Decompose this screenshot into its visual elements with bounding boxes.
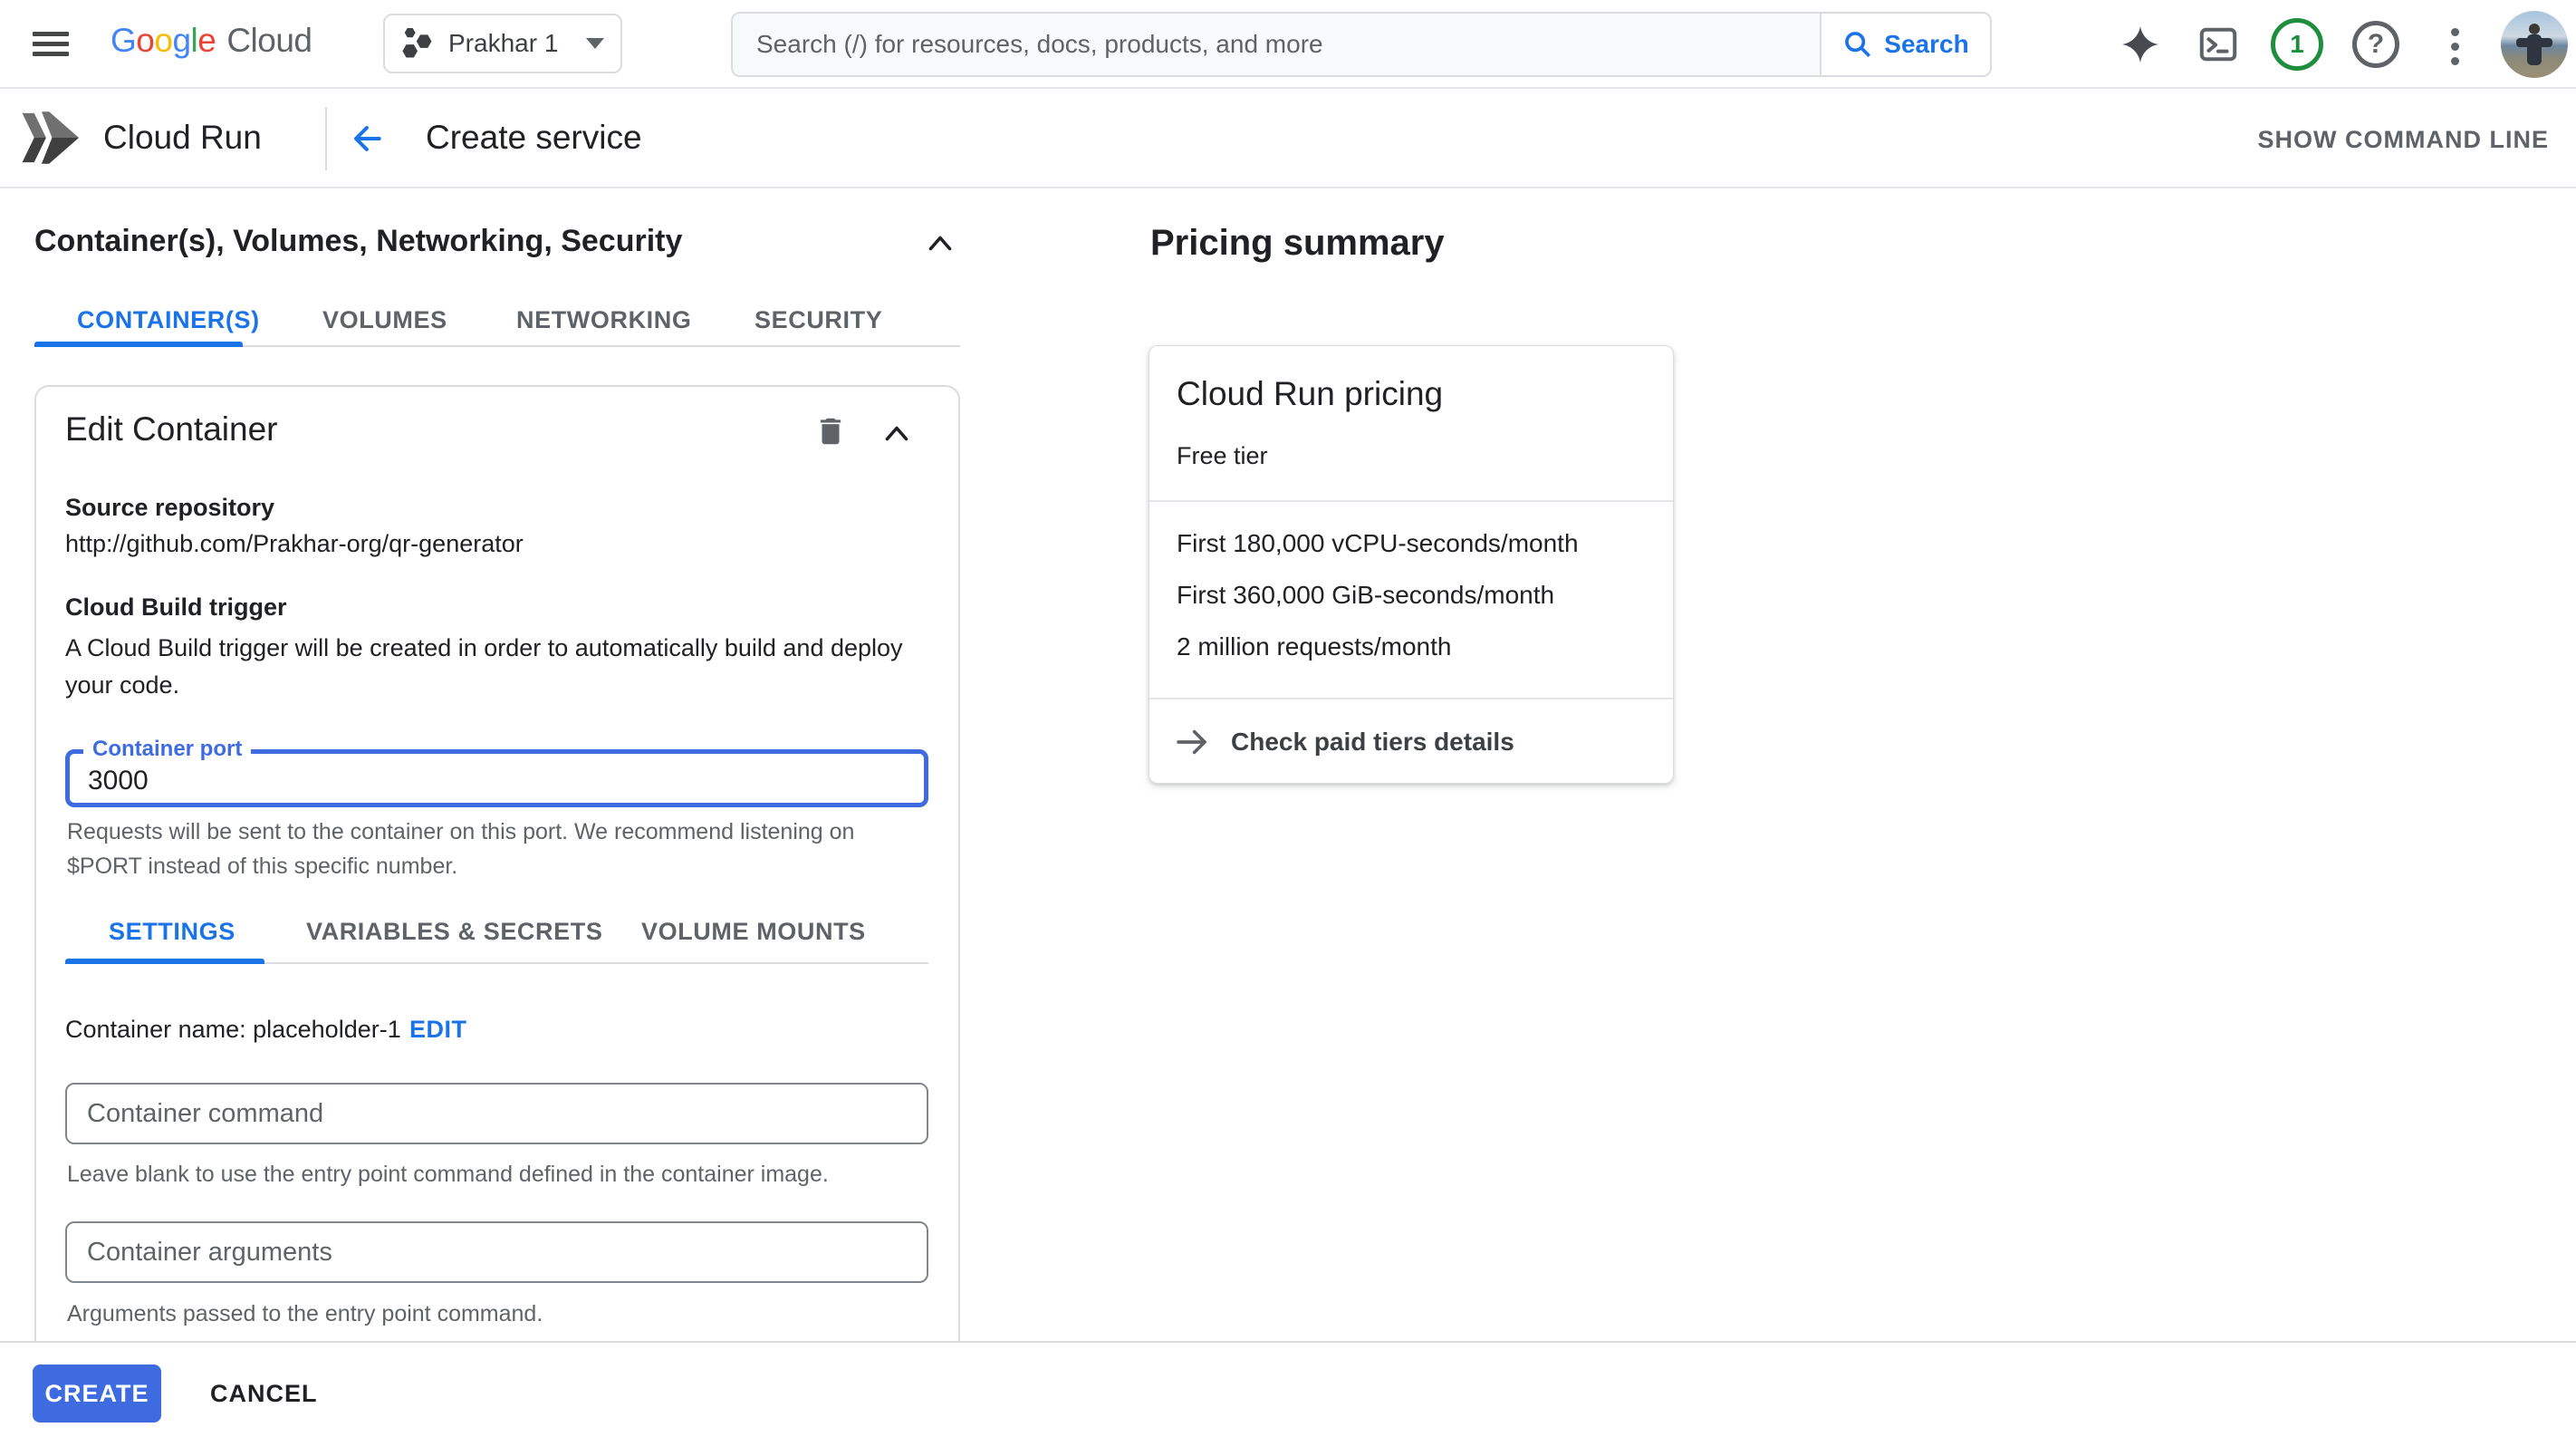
pricing-item: First 180,000 vCPU-seconds/month	[1177, 529, 1579, 558]
logo-letter: o	[154, 22, 172, 59]
search-input[interactable]	[733, 14, 1820, 75]
container-command-helper: Leave blank to use the entry point comma…	[67, 1157, 909, 1191]
pricing-card-title: Cloud Run pricing	[1177, 375, 1443, 413]
logo-letter: g	[172, 22, 190, 59]
page-header-bar	[0, 89, 2576, 188]
cloud-run-icon	[16, 104, 83, 171]
arrow-right-icon	[1173, 723, 1211, 761]
container-port-label: Container port	[83, 737, 251, 762]
pricing-item: 2 million requests/month	[1177, 632, 1451, 661]
check-paid-tiers-label: Check paid tiers details	[1231, 728, 1514, 757]
collapse-card-icon[interactable]	[880, 420, 913, 445]
active-tab-indicator	[34, 342, 243, 347]
container-port-helper: Requests will be sent to the container o…	[67, 815, 882, 883]
project-name: Prakhar 1	[448, 29, 572, 58]
cloud-build-trigger-label: Cloud Build trigger	[65, 593, 286, 622]
more-options-icon[interactable]	[2451, 22, 2459, 72]
logo-letter: e	[197, 22, 216, 59]
tab-security[interactable]: SECURITY	[755, 306, 882, 334]
logo-letter: G	[111, 22, 136, 59]
project-hexagons-icon	[401, 26, 434, 61]
tab-volume-mounts[interactable]: VOLUME MOUNTS	[641, 918, 866, 946]
logo-letter: o	[136, 22, 154, 59]
container-arguments-helper: Arguments passed to the entry point comm…	[67, 1297, 909, 1331]
cancel-button[interactable]: CANCEL	[201, 1365, 327, 1423]
pricing-free-tier: Free tier	[1177, 442, 1268, 470]
chevron-down-icon	[586, 38, 604, 49]
tab-volumes[interactable]: VOLUMES	[322, 306, 447, 334]
notifications-count: 1	[2290, 30, 2304, 59]
section-heading: Container(s), Volumes, Networking, Secur…	[34, 224, 682, 259]
product-title: Cloud Run	[103, 119, 262, 157]
tab-settings[interactable]: SETTINGS	[109, 918, 235, 946]
check-paid-tiers-link[interactable]: Check paid tiers details	[1149, 701, 1673, 783]
menu-icon[interactable]	[33, 26, 72, 63]
collapse-section-icon[interactable]	[924, 228, 956, 256]
cloud-build-trigger-text: A Cloud Build trigger will be created in…	[65, 630, 928, 704]
logo-cloud-word: Cloud	[226, 22, 312, 59]
back-arrow-icon[interactable]	[346, 119, 386, 159]
edit-container-card: Edit Container Source repository http://…	[34, 385, 960, 1343]
delete-container-icon[interactable]	[813, 414, 848, 448]
card-title: Edit Container	[65, 410, 277, 448]
source-repository-value: http://github.com/Prakhar-org/qr-generat…	[65, 530, 524, 558]
search-button[interactable]: Search	[1820, 14, 1990, 75]
global-search: Search	[731, 12, 1992, 77]
divider	[1149, 500, 1673, 502]
project-selector[interactable]: Prakhar 1	[383, 14, 622, 73]
help-icon[interactable]: ?	[2352, 21, 2399, 68]
tab-containers[interactable]: CONTAINER(S)	[77, 306, 260, 334]
pricing-card: Cloud Run pricing Free tier First 180,00…	[1149, 345, 1674, 784]
avatar[interactable]	[2501, 11, 2568, 78]
top-app-bar: GoogleCloud Prakhar 1 Search	[0, 0, 2576, 89]
source-repository-label: Source repository	[65, 494, 274, 522]
page-title: Create service	[426, 119, 642, 157]
show-command-line-button[interactable]: SHOW COMMAND LINE	[2258, 126, 2549, 154]
notifications-badge[interactable]: 1	[2271, 18, 2323, 71]
inner-active-tab-indicator	[65, 959, 264, 964]
cloud-shell-icon[interactable]	[2197, 24, 2239, 65]
tab-variables-secrets[interactable]: VARIABLES & SECRETS	[306, 918, 602, 946]
divider	[1149, 698, 1673, 699]
create-button[interactable]: CREATE	[33, 1365, 161, 1423]
gemini-sparkle-icon[interactable]	[2120, 24, 2160, 64]
edit-container-name-link[interactable]: EDIT	[409, 1016, 467, 1044]
container-name-label: Container name: placeholder-1	[65, 1016, 401, 1044]
tab-networking[interactable]: NETWORKING	[516, 306, 691, 334]
container-arguments-input[interactable]	[65, 1221, 928, 1283]
search-icon	[1842, 29, 1873, 60]
google-cloud-logo[interactable]: GoogleCloud	[111, 22, 312, 60]
footer-divider	[0, 1341, 2576, 1343]
container-command-input[interactable]	[65, 1083, 928, 1144]
pricing-summary-heading: Pricing summary	[1150, 223, 1445, 264]
search-button-label: Search	[1884, 30, 1968, 59]
pricing-item: First 360,000 GiB-seconds/month	[1177, 581, 1554, 610]
divider	[325, 107, 327, 170]
